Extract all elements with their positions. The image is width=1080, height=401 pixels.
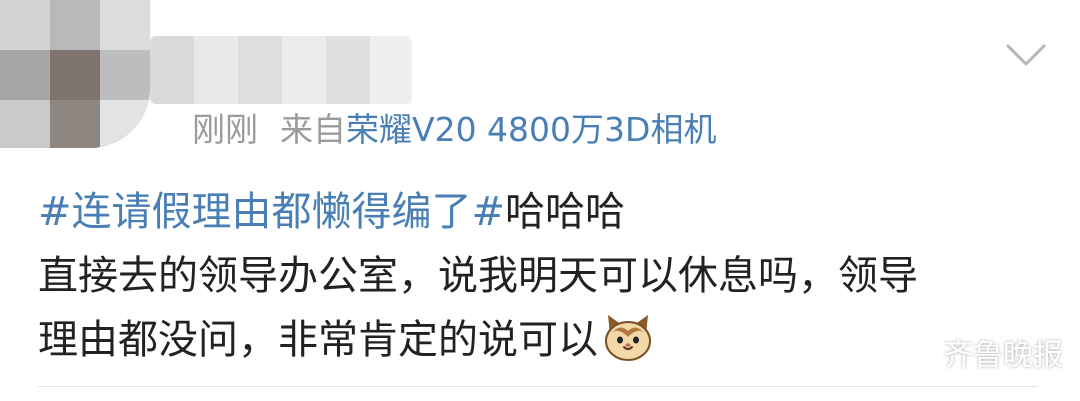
watermark: 齐鲁晚报 bbox=[895, 332, 1063, 373]
weibo-post-card: 刚刚 来自荣耀V20 4800万3D相机 #连请假理由都懒得编了#哈哈哈 直接去的… bbox=[0, 0, 1080, 401]
topic-hashtag-link[interactable]: #连请假理由都懒得编了# bbox=[38, 189, 505, 235]
post-line-3-text: 理由都没问，非常肯定的说可以 bbox=[38, 317, 598, 363]
wechat-icon bbox=[895, 336, 935, 367]
watermark-text: 齐鲁晚报 bbox=[943, 338, 1063, 373]
post-line-1: #连请假理由都懒得编了#哈哈哈 bbox=[38, 180, 1038, 244]
source-prefix: 来自 bbox=[280, 110, 346, 149]
post-body: #连请假理由都懒得编了#哈哈哈 直接去的领导办公室，说我明天可以休息吗，领导 理… bbox=[38, 180, 1038, 372]
cat-face-emoji-icon bbox=[605, 315, 651, 361]
chevron-down-icon[interactable] bbox=[1004, 40, 1048, 70]
username-blurred[interactable] bbox=[150, 36, 412, 104]
post-line-2: 直接去的领导办公室，说我明天可以休息吗，领导 bbox=[38, 253, 918, 299]
avatar[interactable] bbox=[0, 0, 150, 148]
post-line-3: 理由都没问，非常肯定的说可以 bbox=[38, 308, 1038, 372]
source-device-link[interactable]: 荣耀V20 4800万3D相机 bbox=[346, 110, 716, 149]
post-meta: 刚刚 来自荣耀V20 4800万3D相机 bbox=[192, 110, 716, 150]
divider bbox=[38, 386, 1038, 387]
post-timestamp: 刚刚 bbox=[192, 110, 258, 149]
post-text-laugh: 哈哈哈 bbox=[505, 189, 626, 235]
